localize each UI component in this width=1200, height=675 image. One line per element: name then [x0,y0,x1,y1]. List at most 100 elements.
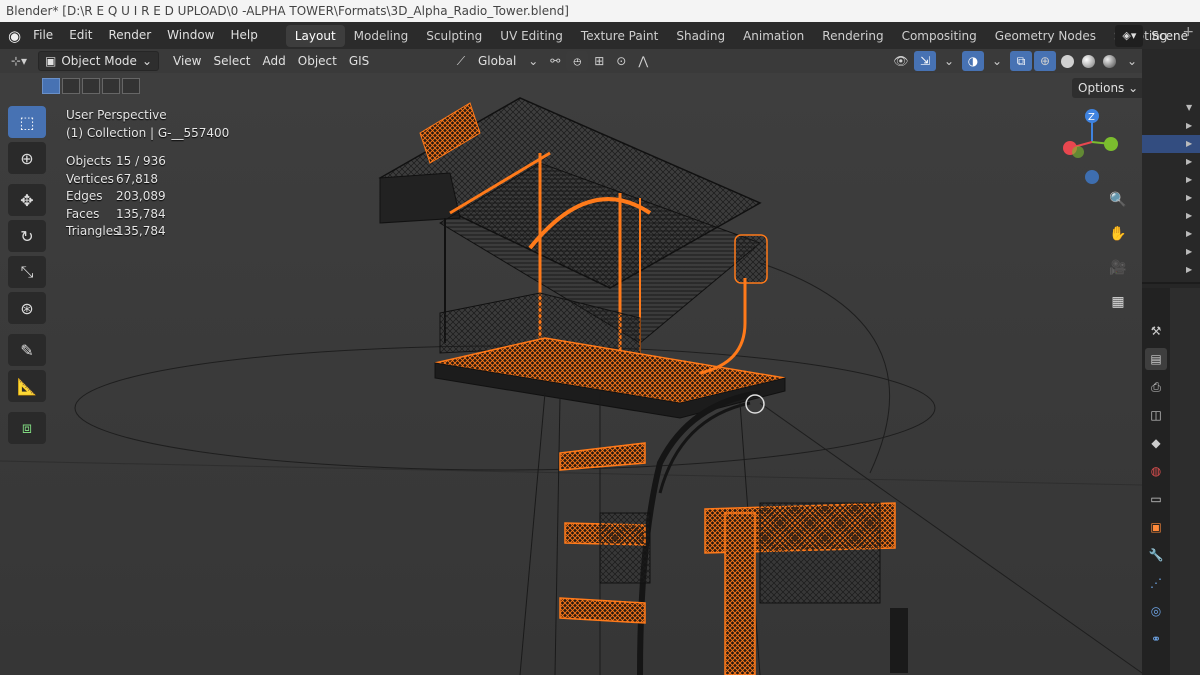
pivot-icon[interactable]: ⚯ [544,51,566,71]
rotate-icon[interactable]: ↻ [8,220,46,252]
orientation-icon: ⟋ [456,53,466,68]
blender-logo-icon[interactable]: ◉ [8,25,21,47]
expand-arrow-icon[interactable]: ▶ [1186,247,1192,256]
top-menu-bar: ◉ File Edit Render Window Help Layout Mo… [0,22,1200,49]
options-dropdown[interactable]: Options ⌄ [1072,78,1145,98]
add-menu[interactable]: Add [257,51,292,71]
particles-icon[interactable]: ⋰ [1145,572,1167,594]
select-box-icon[interactable]: ⬚ [8,106,46,138]
expand-arrow-icon[interactable]: ▶ [1186,265,1192,274]
render-properties-icon[interactable]: ▤ [1145,348,1167,370]
transform-icon[interactable]: ⊛ [8,292,46,324]
select-intersect-icon[interactable] [122,78,140,94]
output-properties-icon[interactable]: ⎙ [1145,376,1167,398]
expand-arrow-icon[interactable]: ▶ [1186,157,1192,166]
solid-shading-icon[interactable] [1061,54,1074,68]
neg-y-axis-handle[interactable] [1072,146,1084,158]
tab-sculpting[interactable]: Sculpting [417,25,491,47]
falloff-icon[interactable]: ⋀ [632,51,654,71]
pan-hand-icon[interactable]: ✋ [1104,220,1132,248]
expand-arrow-icon[interactable]: ▼ [1186,103,1192,112]
material-shading-icon[interactable] [1082,54,1095,68]
add-cube-icon[interactable]: ⧈ [8,412,46,444]
tab-modeling[interactable]: Modeling [345,25,418,47]
menu-help[interactable]: Help [223,22,266,49]
visibility-icon[interactable]: 👁 [890,51,912,71]
stat-value: 15 / 936 [116,154,166,168]
rendered-shading-icon[interactable] [1103,54,1116,68]
cursor-icon[interactable]: ⊕ [8,142,46,174]
object-properties-icon[interactable]: ▣ [1145,516,1167,538]
physics-icon[interactable]: ◎ [1145,600,1167,622]
mode-selector[interactable]: ▣ Object Mode ⌄ [38,51,159,71]
chevron-down-icon[interactable]: ⌄ [1121,51,1143,71]
scene-properties-icon[interactable]: ◆ [1145,432,1167,454]
scene-selector[interactable]: ◈▾ Scene [1115,22,1200,49]
properties-panel[interactable] [1170,288,1200,675]
navigation-gizmo[interactable]: Z [1056,104,1136,186]
camera-icon[interactable]: 🎥 [1104,254,1132,282]
tool-settings-icon[interactable]: ⚒ [1145,320,1167,342]
tab-texture-paint[interactable]: Texture Paint [572,25,667,47]
select-subtract-icon[interactable] [82,78,100,94]
editor-type-icon[interactable]: ⊹▾ [8,51,30,71]
selection-mode-group [42,78,140,94]
scene-icon: ◈▾ [1115,24,1144,47]
menu-render[interactable]: Render [100,22,159,49]
measure-icon[interactable]: 📐 [8,370,46,402]
y-axis-handle[interactable] [1104,137,1118,151]
tool-shelf: ⬚ ⊕ ✥ ↻ ⤡ ⊛ ✎ 📐 ⧈ [8,106,48,444]
tab-shading[interactable]: Shading [667,25,734,47]
snap-target-icon[interactable]: ⊞ [588,51,610,71]
menu-edit[interactable]: Edit [61,22,100,49]
annotate-icon[interactable]: ✎ [8,334,46,366]
select-invert-icon[interactable] [102,78,120,94]
object-menu[interactable]: Object [292,51,343,71]
expand-arrow-icon[interactable]: ▶ [1186,193,1192,202]
menu-file[interactable]: File [25,22,61,49]
view-menu[interactable]: View [167,51,207,71]
scale-icon[interactable]: ⤡ [8,256,46,288]
select-new-icon[interactable] [42,78,60,94]
tab-compositing[interactable]: Compositing [893,25,986,47]
stat-value: 135,784 [116,206,166,221]
select-extend-icon[interactable] [62,78,80,94]
expand-arrow-icon[interactable]: ▶ [1186,121,1192,130]
transform-orientation-group: ⟋ Global ⌄ ⚯ ⦺ ⊞ ⊙ ⋀ [450,51,654,71]
chevron-down-icon[interactable]: ⌄ [938,51,960,71]
outliner-panel[interactable]: ▼ ▶ ▶ ▶ ▶ ▶ ▶ ▶ ▶ ▶ [1142,49,1200,284]
gizmo-toggle-icon[interactable]: ⇲ [914,51,936,71]
grid-toggle-icon[interactable]: ▦ [1104,288,1132,316]
stat-value: 135,784 [116,224,166,238]
tab-animation[interactable]: Animation [734,25,813,47]
expand-arrow-icon[interactable]: ▶ [1186,229,1192,238]
snap-icon[interactable]: ⦺ [566,51,589,71]
orientation-selector[interactable]: Global [472,51,522,71]
select-menu[interactable]: Select [207,51,256,71]
move-icon[interactable]: ✥ [8,184,46,216]
expand-arrow-icon[interactable]: ▶ [1186,139,1192,148]
tab-geometry-nodes[interactable]: Geometry Nodes [986,25,1105,47]
expand-arrow-icon[interactable]: ▶ [1186,211,1192,220]
tab-uv-editing[interactable]: UV Editing [491,25,572,47]
properties-tabs: ⚒ ▤ ⎙ ◫ ◆ ◍ ▭ ▣ 🔧 ⋰ ◎ ⚭ [1142,288,1170,675]
neg-z-axis-handle[interactable] [1085,170,1099,184]
proportional-edit-icon[interactable]: ⊙ [610,51,632,71]
zoom-icon[interactable]: 🔍 [1104,186,1132,214]
collection-properties-icon[interactable]: ▭ [1145,488,1167,510]
xray-icon[interactable]: ⧉ [1010,51,1032,71]
menu-window[interactable]: Window [159,22,222,49]
tab-layout[interactable]: Layout [285,25,345,47]
view-layer-icon[interactable]: ◫ [1145,404,1167,426]
chevron-down-icon[interactable]: ⌄ [986,51,1008,71]
tab-rendering[interactable]: Rendering [813,25,892,47]
overlays-icon[interactable]: ◑ [962,51,984,71]
gis-menu[interactable]: GIS [343,51,375,71]
expand-arrow-icon[interactable]: ▶ [1186,175,1192,184]
stat-label: Faces [66,206,100,221]
world-properties-icon[interactable]: ◍ [1145,460,1167,482]
options-label: Options [1078,81,1125,95]
modifier-wrench-icon[interactable]: 🔧 [1145,544,1167,566]
wireframe-shading-icon[interactable]: ⊕ [1034,51,1056,71]
constraints-icon[interactable]: ⚭ [1145,628,1167,650]
